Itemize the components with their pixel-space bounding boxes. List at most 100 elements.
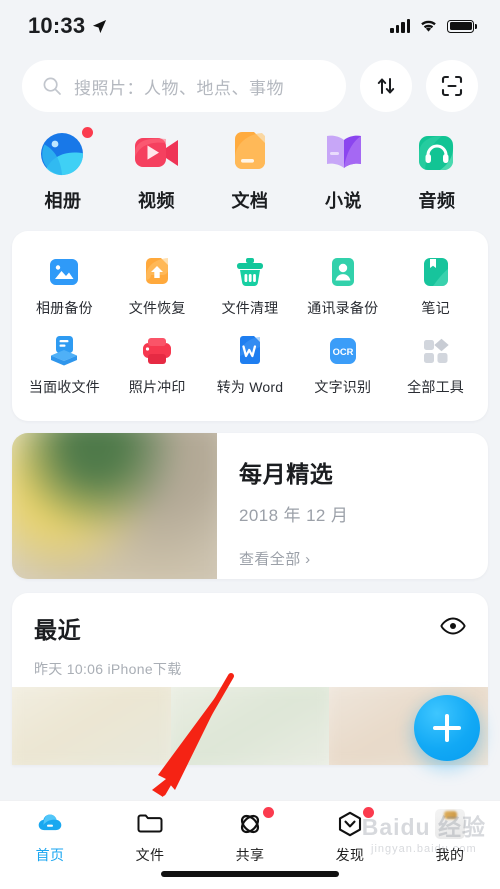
recent-title: 最近 (34, 617, 82, 643)
tab-label: 共享 (235, 847, 265, 863)
tab-label: 我的 (435, 847, 465, 863)
discover-icon (335, 809, 365, 839)
tool-file-clean[interactable]: 文件清理 (204, 249, 297, 328)
plus-icon (433, 714, 461, 742)
category-label: 相册 (44, 191, 82, 211)
tab-share[interactable]: 共享 (200, 807, 300, 865)
featured-thumbnail-image (12, 433, 217, 579)
category-label: 文档 (231, 191, 269, 211)
all-tools-grid-icon (419, 334, 453, 368)
user-avatar (435, 809, 465, 839)
tool-label: 转为 Word (216, 379, 284, 395)
featured-view-all-link[interactable]: 查看全部 › (239, 548, 488, 569)
album-badge (82, 127, 93, 138)
tool-notes[interactable]: 笔记 (389, 249, 482, 328)
svg-text:OCR: OCR (332, 346, 353, 357)
tab-label: 文件 (135, 847, 165, 863)
battery-icon (447, 19, 477, 33)
tool-ocr[interactable]: OCR 文字识别 (296, 328, 389, 407)
tool-file-restore[interactable]: 文件恢复 (111, 249, 204, 328)
category-document[interactable]: 文档 (211, 128, 289, 213)
tab-files[interactable]: 文件 (100, 809, 200, 865)
tool-label: 当面收文件 (28, 379, 100, 395)
headphones-icon (412, 128, 462, 178)
ocr-icon: OCR (326, 334, 360, 368)
status-time: 10:33 (28, 13, 86, 38)
tab-label: 首页 (35, 847, 65, 863)
recent-eye-button[interactable] (440, 613, 466, 644)
tool-label: 笔记 (421, 300, 450, 316)
tab-home[interactable]: 首页 (0, 809, 100, 865)
tool-label: 照片冲印 (128, 379, 186, 395)
home-indicator (161, 871, 339, 877)
featured-title: 每月精选 (239, 461, 334, 487)
sort-button[interactable] (360, 60, 412, 112)
tools-row-1: 相册备份 文件恢复 文件清理 通讯录备份 笔记 (18, 249, 482, 328)
tool-album-backup[interactable]: 相册备份 (18, 249, 111, 328)
video-camera-icon (132, 128, 182, 178)
recent-thumb-2[interactable] (170, 687, 330, 765)
location-arrow-icon (93, 19, 107, 33)
search-icon (43, 77, 61, 95)
status-bar-left: 10:33 (28, 13, 107, 39)
category-label: 视频 (138, 191, 175, 211)
notes-icon (419, 255, 453, 289)
tool-contacts-backup[interactable]: 通讯录备份 (296, 249, 389, 328)
share-atom-icon (235, 809, 265, 839)
eye-icon (440, 617, 466, 634)
photo-print-icon (140, 334, 174, 368)
photo-album-icon (38, 128, 88, 178)
tab-mine[interactable]: 我的 (400, 809, 500, 865)
trash-clean-icon (233, 255, 267, 289)
add-button[interactable] (414, 695, 480, 761)
tool-receive-file[interactable]: 当面收文件 (18, 328, 111, 407)
share-badge (263, 807, 274, 818)
tool-label: 文件清理 (221, 300, 279, 316)
featured-thumbnail[interactable] (12, 433, 217, 579)
cellular-signal-icon (390, 19, 410, 33)
image-backup-icon (47, 255, 81, 289)
category-album[interactable]: 相册 (24, 127, 102, 213)
book-icon (319, 128, 369, 178)
tools-row-2: 当面收文件 照片冲印 转为 Word OCR 文字识别 全部工具 (18, 328, 482, 407)
category-audio[interactable]: 音频 (398, 128, 476, 213)
scan-code-icon (441, 75, 463, 97)
folder-icon (135, 809, 165, 839)
tools-card: 相册备份 文件恢复 文件清理 通讯录备份 笔记 当面收文件 照片冲印 转为 Wo… (12, 231, 488, 421)
sort-arrows-icon (377, 78, 395, 94)
search-placeholder: 搜照片：人物、地点、事物 (74, 78, 284, 98)
tool-label: 通讯录备份 (307, 300, 379, 316)
search-row: 搜照片：人物、地点、事物 (0, 52, 500, 112)
status-bar: 10:33 (0, 0, 500, 52)
wifi-icon (421, 20, 436, 32)
category-video[interactable]: 视频 (118, 128, 196, 213)
cloud-home-icon (35, 809, 65, 839)
tool-convert-word[interactable]: 转为 Word (204, 328, 297, 407)
tool-label: 文字识别 (314, 379, 372, 395)
tool-all-tools[interactable]: 全部工具 (389, 328, 482, 407)
avatar (435, 809, 465, 839)
featured-subtitle: 2018 年 12 月 (239, 506, 349, 525)
discover-badge (363, 807, 374, 818)
file-restore-icon (140, 255, 174, 289)
featured-card[interactable]: 每月精选 2018 年 12 月 查看全部 › (12, 433, 488, 579)
contacts-backup-icon (326, 255, 360, 289)
featured-body: 每月精选 2018 年 12 月 查看全部 › (217, 433, 488, 579)
word-convert-icon (233, 334, 267, 368)
category-label: 音频 (418, 191, 456, 211)
recent-thumb-1-image (12, 687, 171, 765)
tab-discover[interactable]: 发现 (300, 807, 400, 865)
category-row: 相册 视频 文档 小说 音频 (0, 112, 500, 219)
tool-label: 文件恢复 (128, 300, 186, 316)
search-input[interactable]: 搜照片：人物、地点、事物 (22, 60, 346, 112)
recent-thumb-1[interactable] (12, 687, 171, 765)
recent-meta: 昨天 10:06 iPhone下载 (34, 661, 182, 677)
tab-label: 发现 (335, 847, 365, 863)
category-novel[interactable]: 小说 (305, 128, 383, 213)
receive-file-icon (47, 334, 81, 368)
bottom-tab-bar: 首页 文件 共享 发现 我的 (0, 800, 500, 889)
app-screen: 10:33 搜照片：人物、地点、事物 相册 视频 文档 小说 音频 相册备份 文… (0, 0, 500, 889)
status-bar-right (390, 19, 477, 33)
tool-photo-print[interactable]: 照片冲印 (111, 328, 204, 407)
scan-button[interactable] (426, 60, 478, 112)
